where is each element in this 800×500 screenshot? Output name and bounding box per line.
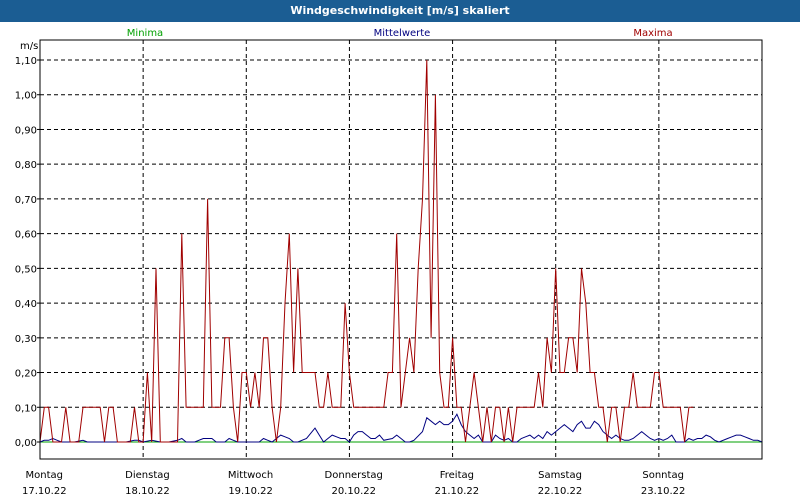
y-tick-label: 0,00 [15,438,37,449]
y-tick-label: 0,50 [15,264,37,275]
x-date-label: 17.10.22 [22,486,67,497]
x-day-label: Sonntag [642,470,684,481]
x-day-label: Donnerstag [325,470,383,481]
x-date-label: 20.10.22 [331,486,376,497]
x-date-label: 23.10.22 [641,486,686,497]
x-day-label: Montag [26,470,63,481]
y-tick-label: 0,30 [15,334,37,345]
x-day-label: Dienstag [125,470,170,481]
series-line-maxima [39,59,694,443]
y-tick-label: 0,60 [15,230,37,241]
y-tick-label: 0,10 [15,403,37,414]
y-tick-label: 1,10 [15,56,37,67]
x-date-label: 19.10.22 [228,486,273,497]
x-day-label: Mittwoch [228,470,273,481]
y-tick-label: 0,20 [15,369,37,380]
x-date-label: 21.10.22 [435,486,480,497]
y-tick-label: 0,70 [15,195,37,206]
wind-speed-chart: 0,00 0,10 0,20 0,30 0,40 0,50 0,60 0,70 0,80 0,90… [15,28,763,497]
x-day-label: Samstag [538,470,582,481]
y-axis-unit: m/s [20,41,38,52]
y-tick-label: 0,80 [15,160,37,171]
series-layer [39,59,763,443]
series-line-mittelwerte [39,413,763,443]
tick-layer: 0,00 0,10 0,20 0,30 0,40 0,50 0,60 0,70 0,80 0,90… [15,56,40,449]
legend-minima: Minima [127,28,163,39]
legend: Minima Mittelwerte Maxima [127,28,673,39]
legend-maxima: Maxima [633,28,672,39]
x-day-label: Freitag [440,470,474,481]
y-tick-label: 1,00 [15,91,37,102]
y-tick-label: 0,90 [15,125,37,136]
x-axis-labels: Montag 17.10.22 Dienstag 18.10.22 Mittwoch 19… [22,470,685,497]
y-tick-label: 0,40 [15,299,37,310]
legend-mittelwerte: Mittelwerte [374,28,431,39]
x-date-label: 22.10.22 [538,486,583,497]
x-date-label: 18.10.22 [125,486,170,497]
